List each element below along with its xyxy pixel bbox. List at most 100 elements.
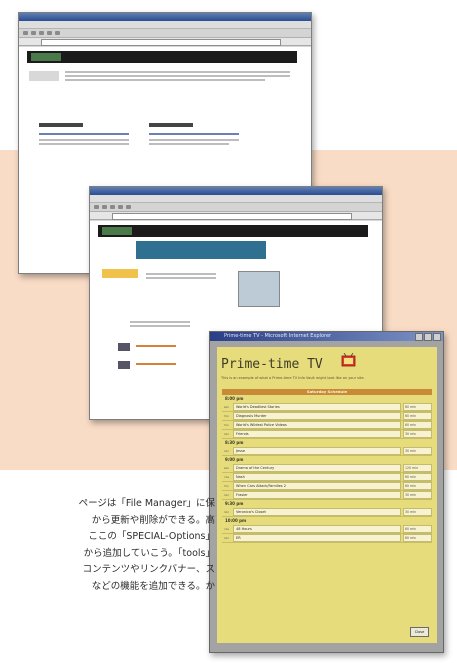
show-duration: 60 min <box>403 421 432 429</box>
forward-icon[interactable] <box>31 31 36 35</box>
show-duration: 60 min <box>403 525 432 533</box>
site-header <box>98 225 368 237</box>
show-name: Frasier <box>233 491 401 499</box>
back-icon[interactable] <box>23 31 28 35</box>
schedule-row[interactable]: nbc Frasier 30 min <box>222 491 432 500</box>
section-heading-left <box>39 123 83 127</box>
show-duration: 30 min <box>403 491 432 499</box>
network-label: nbc <box>223 432 230 436</box>
network-label: nbc <box>223 449 230 453</box>
schedule-table: Saturday Schedule 8:00 pm abc World's Dead… <box>222 389 432 543</box>
show-name: Friends <box>233 430 401 438</box>
network-label: fox <box>224 484 229 488</box>
address-bar <box>90 212 382 220</box>
show-name: ER <box>233 534 401 542</box>
schedule-row[interactable]: nbc Friends 30 min <box>222 430 432 439</box>
item-icon <box>118 361 130 369</box>
schedule-time-slot: 8:30 pm <box>225 440 244 445</box>
schedule-time-slot: 8:00 pm <box>225 396 244 401</box>
show-name: Diagnosis Murder <box>233 412 401 420</box>
network-label: cbs <box>223 475 230 479</box>
menu-bar[interactable] <box>19 21 311 29</box>
show-name: World's Deadliest Stories <box>233 403 401 411</box>
tools-logo <box>29 71 59 81</box>
show-name: When Cars Attack/Families 2 <box>233 482 401 490</box>
show-duration: 30 min <box>403 508 432 516</box>
home-icon[interactable] <box>126 205 131 209</box>
site-logo <box>31 53 61 61</box>
schedule-row[interactable]: fox World's Wildest Police Videos 60 min <box>222 421 432 430</box>
primetime-window: Prime-time TV - Microsoft Internet Explo… <box>209 331 444 653</box>
show-name: Jesse <box>233 447 401 455</box>
schedule-row[interactable]: nbc Veronica's Closet 30 min <box>222 508 432 517</box>
caption-text: ページは「File Manager」に保から更新や削除ができる。高 ここの「SPE… <box>0 496 215 596</box>
caption-line: から更新や削除ができる。高 <box>91 514 215 526</box>
forward-icon[interactable] <box>102 205 107 209</box>
show-name: 48 Hours <box>233 525 401 533</box>
show-duration: 60 min <box>403 534 432 542</box>
show-duration: 30 min <box>403 447 432 455</box>
section-heading-right <box>149 123 193 127</box>
schedule-row[interactable]: nbc ER 60 min <box>222 534 432 543</box>
network-label: nbc <box>223 536 230 540</box>
address-bar <box>19 38 311 46</box>
title-bar <box>90 187 382 195</box>
close-button[interactable]: Close <box>410 627 429 637</box>
page-title: Prime-time TV <box>221 357 323 372</box>
stop-icon[interactable] <box>39 31 44 35</box>
network-label: abc <box>223 466 230 470</box>
schedule-row[interactable]: nbc Jesse 30 min <box>222 447 432 456</box>
network-label: cbs <box>223 527 230 531</box>
network-label: nbc <box>223 510 230 514</box>
show-duration: 60 min <box>403 473 432 481</box>
caption-line: ページは「File Manager」に保 <box>78 498 215 509</box>
schedule-row[interactable]: cbs Nash 60 min <box>222 473 432 482</box>
maximize-icon[interactable] <box>424 333 432 341</box>
schedule-row[interactable]: fox Diagnosis Murder 60 min <box>222 412 432 421</box>
minimize-icon[interactable] <box>415 333 423 341</box>
refresh-icon[interactable] <box>118 205 123 209</box>
info-flasher-logo <box>102 269 138 278</box>
schedule-row[interactable]: cbs 48 Hours 60 min <box>222 525 432 534</box>
menu-bar[interactable] <box>90 195 382 203</box>
schedule-row[interactable]: abc World's Deadliest Stories 60 min <box>222 403 432 412</box>
show-duration: 120 min <box>403 464 432 472</box>
schedule-time-slot: 9:30 pm <box>225 501 244 506</box>
schedule-time-slot: 9:00 pm <box>225 457 244 462</box>
schedule-row[interactable]: fox When Cars Attack/Families 2 60 min <box>222 482 432 491</box>
stop-icon[interactable] <box>110 205 115 209</box>
show-duration: 30 min <box>403 430 432 438</box>
home-icon[interactable] <box>55 31 60 35</box>
address-input[interactable] <box>41 39 281 46</box>
show-name: Drama of the Century <box>233 464 401 472</box>
primetime-panel: Prime-time TV This is an example of what… <box>217 347 437 643</box>
preview-image <box>238 271 280 307</box>
show-duration: 60 min <box>403 482 432 490</box>
site-header <box>27 51 297 63</box>
address-input[interactable] <box>112 213 352 220</box>
refresh-icon[interactable] <box>47 31 52 35</box>
item-icon <box>118 343 130 351</box>
caption-line: などの機能を追加できる。か <box>91 580 215 592</box>
back-icon[interactable] <box>94 205 99 209</box>
show-duration: 60 min <box>403 412 432 420</box>
window-title: Prime-time TV - Microsoft Internet Explo… <box>224 333 332 339</box>
info-banner <box>136 241 266 259</box>
network-label: abc <box>223 405 230 409</box>
intro-text: This is an example of what a Prime-time … <box>221 376 365 380</box>
caption-line: コンテンツやリンクバナー、ス <box>82 564 215 576</box>
caption-line: ここの「SPECIAL-Options」 <box>88 531 215 543</box>
show-name: World's Wildest Police Videos <box>233 421 401 429</box>
show-name: Nash <box>233 473 401 481</box>
title-bar: Prime-time TV - Microsoft Internet Explo… <box>210 332 443 341</box>
show-duration: 60 min <box>403 403 432 411</box>
show-name: Veronica's Closet <box>233 508 401 516</box>
schedule-row[interactable]: abc Drama of the Century 120 min <box>222 464 432 473</box>
close-icon[interactable] <box>433 333 441 341</box>
network-label: fox <box>224 423 229 427</box>
network-label: nbc <box>223 493 230 497</box>
toolbar <box>90 203 382 212</box>
toolbar <box>19 29 311 38</box>
tv-icon <box>341 353 356 367</box>
caption-line: から追加していこう。「tools」 <box>83 547 215 559</box>
